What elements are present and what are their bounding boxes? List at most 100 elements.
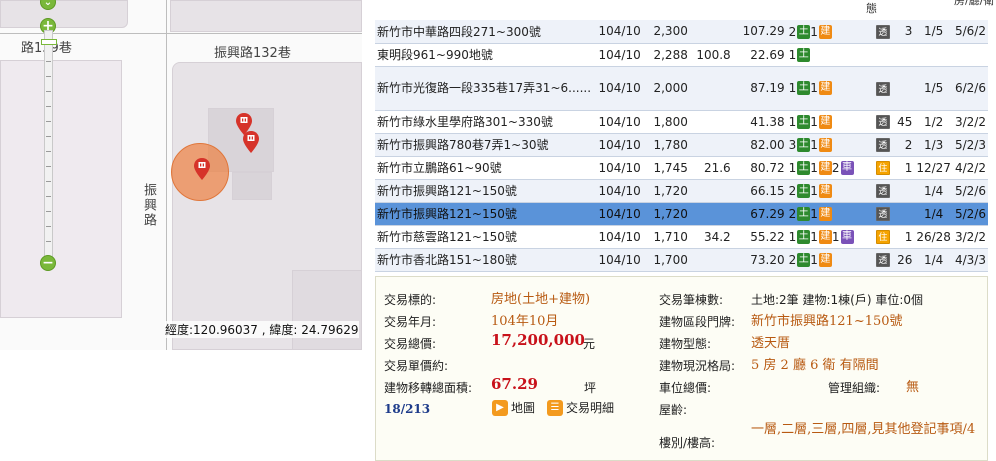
cell-area: 80.72 bbox=[732, 156, 787, 180]
bld-tag-icon: 建 bbox=[818, 160, 832, 175]
label-unit-price: 交易單價約: bbox=[384, 359, 449, 373]
bld-count: 1 bbox=[810, 252, 818, 267]
cell-area: 67.29 bbox=[732, 202, 787, 226]
map-building bbox=[232, 172, 272, 200]
value-area: 67.29 bbox=[491, 375, 538, 393]
pan-up-icon[interactable]: ⌄ bbox=[40, 0, 56, 10]
table-row[interactable]: 新竹市振興路121~150號 104/10 1,720 66.15 2 土 1 建透 1/4 5/… bbox=[375, 179, 988, 203]
bld-count: 1 bbox=[810, 183, 818, 198]
street-label-zhenxing-road: 振興路 bbox=[141, 183, 156, 228]
table-row[interactable]: 新竹市光復路一段335巷17弄31~6...... 104/10 2,000 87.1… bbox=[375, 66, 988, 111]
cell-unit-price bbox=[689, 20, 733, 44]
building-type-badge: 透 bbox=[875, 24, 890, 39]
table-row[interactable]: 新竹市綠水里學府路301~330號 104/10 1,800 41.38 1 土 1 建透 45… bbox=[375, 110, 988, 134]
bld-count: 1 bbox=[810, 137, 818, 152]
table-row[interactable]: 新竹市振興路121~150號 104/10 1,720 67.29 2 土 1 建透 1/4 5/… bbox=[375, 202, 988, 226]
label-count: 交易筆棟數: bbox=[659, 293, 724, 307]
table-row[interactable]: 新竹市立鵬路61~90號 104/10 1,745 21.6 80.72 1 土 1 建 2 車住 1… bbox=[375, 156, 988, 180]
label-parking-price: 車位總價: bbox=[659, 381, 712, 395]
cell-total-price: 1,710 bbox=[646, 225, 690, 249]
cell-floor: 1/2 bbox=[914, 110, 953, 134]
table-row[interactable]: 新竹市慈雲路121~150號 104/10 1,710 34.2 55.22 1 土 1 建 1 車… bbox=[375, 225, 988, 249]
car-count: 1 bbox=[831, 229, 840, 244]
cell-unit-price bbox=[689, 179, 733, 203]
cell-floor: 1/4 bbox=[914, 202, 953, 226]
cell-area: 107.29 bbox=[732, 20, 787, 44]
cell-floor: 12/27 bbox=[914, 156, 953, 180]
map-coordinates: 經度:120.96037 , 緯度: 24.79629 bbox=[165, 321, 359, 338]
cell-date: 104/10 bbox=[593, 156, 647, 180]
map-block bbox=[170, 0, 362, 32]
cell-date: 104/10 bbox=[593, 133, 647, 157]
cell-tags: 1土1建1車 bbox=[786, 225, 871, 249]
zoom-out-button[interactable]: − bbox=[40, 255, 56, 271]
building-type-badge: 透 bbox=[875, 253, 890, 267]
cell-type: 住 bbox=[870, 225, 896, 249]
table-row[interactable]: 新竹市振興路780巷7弄1~30號 104/10 1,780 82.00 3 土 1 建透 2 1… bbox=[375, 133, 988, 157]
cell-address: 新竹市振興路121~150號 bbox=[375, 179, 594, 203]
cell-unit-price: 100.8 bbox=[689, 43, 733, 67]
cell-unit-price bbox=[689, 202, 733, 226]
map-marker-icon[interactable] bbox=[243, 131, 259, 153]
label-bld-type: 建物型態: bbox=[659, 337, 712, 351]
table-row[interactable]: 新竹市香北路151~180號 104/10 1,700 73.20 2 土 1 建透 26 1/4… bbox=[375, 248, 988, 272]
cell-tags: 2土1建 bbox=[786, 248, 871, 272]
land-tag-icon: 土 bbox=[797, 24, 811, 39]
cell-layout: 6/2/6 bbox=[952, 66, 988, 111]
land-tag-icon: 土 bbox=[797, 183, 811, 198]
building-type-badge: 透 bbox=[875, 81, 890, 96]
label-mgmt: 管理組織: bbox=[828, 381, 881, 395]
car-tag-icon: 車 bbox=[840, 229, 854, 244]
cell-unit-price bbox=[689, 133, 733, 157]
cell-layout: 3/2/2 bbox=[952, 110, 988, 134]
zoom-slider[interactable] bbox=[41, 30, 57, 258]
land-tag-icon: 土 bbox=[797, 47, 811, 62]
cell-date: 104/10 bbox=[593, 20, 647, 44]
cell-address: 新竹市立鵬路61~90號 bbox=[375, 156, 594, 180]
land-count: 2 bbox=[788, 206, 797, 221]
zoom-slider-handle[interactable] bbox=[41, 39, 57, 45]
cell-address: 新竹市香北路151~180號 bbox=[375, 248, 594, 272]
cell-age: 26 bbox=[895, 248, 915, 272]
map-marker-icon[interactable] bbox=[194, 158, 210, 180]
transaction-detail-button[interactable]: ☰ 交易明細 bbox=[547, 399, 614, 416]
cell-floor: 1/4 bbox=[914, 248, 953, 272]
cell-total-price: 2,000 bbox=[646, 66, 690, 111]
map-link-button[interactable]: ▶ 地圖 bbox=[492, 399, 535, 416]
car-tag-icon: 車 bbox=[840, 160, 854, 175]
table-row[interactable]: 東明段961~990地號 104/10 2,288 100.8 22.69 1 土 bbox=[375, 43, 988, 67]
cell-age: 45 bbox=[895, 110, 915, 134]
cell-area: 66.15 bbox=[732, 179, 787, 203]
land-count: 3 bbox=[788, 137, 797, 152]
cell-age bbox=[895, 202, 915, 226]
cell-type: 透 bbox=[870, 202, 896, 226]
cell-date: 104/10 bbox=[593, 202, 647, 226]
cell-total-price: 1,780 bbox=[646, 133, 690, 157]
map-view[interactable]: 路139巷 振興路132巷 振興路 ⌄ + − 經度:120.96037 , 緯… bbox=[0, 0, 362, 350]
cell-age bbox=[895, 43, 915, 67]
cell-address: 新竹市慈雲路121~150號 bbox=[375, 225, 594, 249]
column-header-layout: 房/廳/衛 bbox=[954, 0, 995, 7]
value-bld-type: 透天厝 bbox=[751, 336, 791, 351]
zoom-control: ⌄ + − bbox=[40, 0, 57, 272]
building-type-badge: 透 bbox=[875, 184, 890, 198]
cell-type: 透 bbox=[870, 133, 896, 157]
bld-tag-icon: 建 bbox=[818, 137, 832, 152]
bld-tag-icon: 建 bbox=[818, 114, 832, 129]
cell-layout: 5/2/6 bbox=[952, 202, 988, 226]
cell-floor: 1/3 bbox=[914, 133, 953, 157]
cell-address: 東明段961~990地號 bbox=[375, 43, 594, 67]
land-tag-icon: 土 bbox=[797, 206, 811, 221]
label-layout: 建物現況格局: bbox=[659, 359, 736, 373]
label-target: 交易標的: bbox=[384, 293, 437, 307]
land-tag-icon: 土 bbox=[797, 81, 811, 96]
cell-layout: 5/6/2 bbox=[952, 20, 988, 44]
cell-tags: 1土1建2車 bbox=[786, 156, 871, 180]
cell-age bbox=[895, 179, 915, 203]
column-header-type: 態 bbox=[866, 2, 877, 15]
table-row[interactable]: 新竹市中華路四段271~300號 104/10 2,300 107.29 2 土 1 建透 3 1… bbox=[375, 20, 988, 44]
cell-age: 3 bbox=[895, 20, 915, 44]
cell-unit-price: 34.2 bbox=[689, 225, 733, 249]
cell-layout: 5/2/3 bbox=[952, 133, 988, 157]
land-count: 2 bbox=[788, 24, 797, 39]
